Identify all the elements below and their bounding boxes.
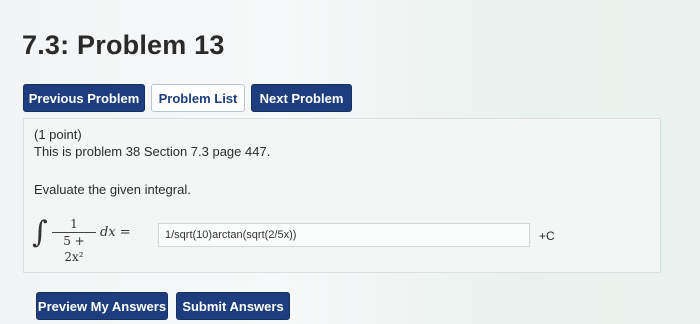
problem-reference: This is problem 38 Section 7.3 page 447. xyxy=(34,144,271,159)
differential-equals: dx = xyxy=(100,225,131,240)
points-label: (1 point) xyxy=(34,127,82,142)
page-title: 7.3: Problem 13 xyxy=(22,30,225,60)
problem-list-button[interactable]: Problem List xyxy=(151,84,245,112)
fraction-numerator: 1 xyxy=(52,217,96,233)
next-problem-button[interactable]: Next Problem xyxy=(251,84,352,112)
integral-formula: ∫ 1 5 + 2x² dx = xyxy=(32,213,152,264)
previous-problem-button[interactable]: Previous Problem xyxy=(23,84,145,112)
answer-input[interactable] xyxy=(158,223,530,247)
integral-symbol: ∫ xyxy=(32,215,48,250)
constant-label: +C xyxy=(539,229,555,243)
problem-instruction: Evaluate the given integral. xyxy=(34,182,191,197)
submit-answers-button[interactable]: Submit Answers xyxy=(176,292,290,320)
fraction: 1 5 + 2x² xyxy=(52,217,96,264)
problem-panel: (1 point) This is problem 38 Section 7.3… xyxy=(23,118,661,273)
preview-answers-button[interactable]: Preview My Answers xyxy=(36,292,168,320)
fraction-denominator: 5 + 2x² xyxy=(63,234,85,264)
